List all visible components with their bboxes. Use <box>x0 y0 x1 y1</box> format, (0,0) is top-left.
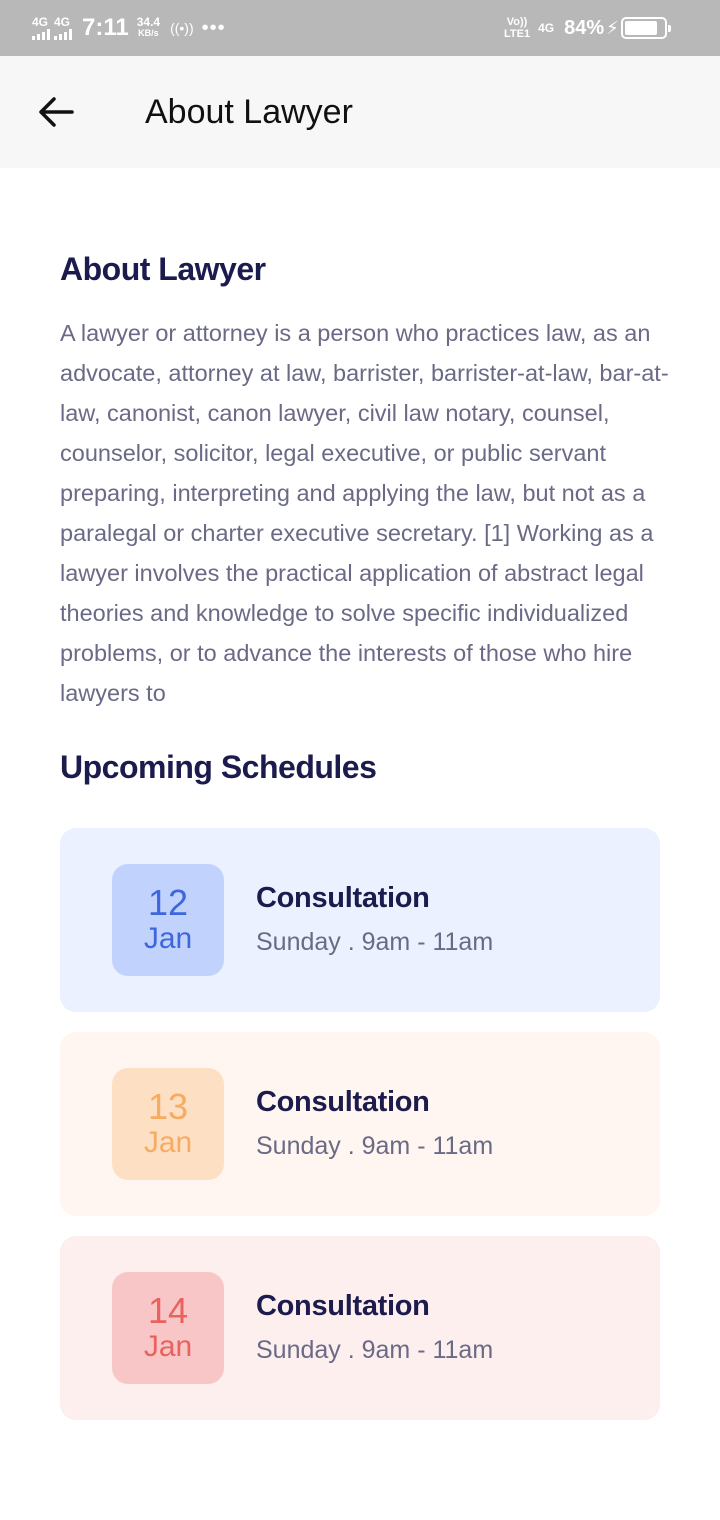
hotspot-icon: ((•)) <box>170 20 194 36</box>
schedule-title: Consultation <box>256 1290 430 1322</box>
back-button[interactable] <box>28 84 84 140</box>
volte-top: Vo)) <box>506 16 528 28</box>
network-type: 4G <box>54 15 71 29</box>
date-badge: 13 Jan <box>112 1068 224 1180</box>
about-heading: About Lawyer <box>60 251 266 287</box>
schedule-card[interactable]: 13 Jan Consultation Sunday . 9am - 11am <box>60 1032 660 1216</box>
network-type: 4G <box>32 15 49 29</box>
status-left: 4G 4G 7:11 34.4 KB/s ((•)) ••• <box>32 0 226 56</box>
charging-icon: ⚡ <box>606 17 619 38</box>
battery-percent: 84% <box>564 16 605 39</box>
status-right: Vo)) LTE1 4G 84% ⚡ <box>504 0 671 56</box>
date-month: Jan <box>143 922 193 955</box>
network-speed: 34.4 KB/s <box>136 15 161 39</box>
schedule-title: Consultation <box>256 882 430 914</box>
date-badge: 12 Jan <box>112 864 224 976</box>
date-month: Jan <box>143 1126 193 1159</box>
schedule-title: Consultation <box>256 1086 430 1118</box>
speed-unit: KB/s <box>138 28 159 38</box>
date-badge: 14 Jan <box>112 1272 224 1384</box>
more-notifications-icon: ••• <box>201 16 226 39</box>
date-month: Jan <box>143 1330 193 1363</box>
signal-icon: 4G <box>54 16 72 40</box>
schedule-time: Sunday . 9am - 11am <box>256 1132 494 1160</box>
date-day: 13 <box>147 1086 189 1127</box>
schedule-time: Sunday . 9am - 11am <box>256 928 494 956</box>
volte-bottom: LTE1 <box>504 28 531 40</box>
page-title: About Lawyer <box>145 93 353 131</box>
status-time: 7:11 <box>82 14 129 41</box>
date-day: 14 <box>147 1290 189 1331</box>
schedule-card[interactable]: 12 Jan Consultation Sunday . 9am - 11am <box>60 828 660 1012</box>
app-bar: About Lawyer <box>0 56 720 168</box>
status-bar: 4G 4G 7:11 34.4 KB/s ((•)) ••• Vo)) LTE1… <box>0 0 720 56</box>
schedule-card[interactable]: 14 Jan Consultation Sunday . 9am - 11am <box>60 1236 660 1420</box>
schedules-heading: Upcoming Schedules <box>60 749 377 785</box>
network-type: 4G <box>538 21 555 35</box>
signal-icon: 4G <box>32 16 50 40</box>
speed-value: 34.4 <box>136 15 161 29</box>
date-day: 12 <box>147 882 189 923</box>
about-description: A lawyer or attorney is a person who pra… <box>60 320 669 706</box>
volte-icon: Vo)) LTE1 <box>504 16 530 40</box>
battery-icon <box>620 17 671 39</box>
schedule-time: Sunday . 9am - 11am <box>256 1336 494 1364</box>
arrow-left-icon <box>39 97 74 127</box>
